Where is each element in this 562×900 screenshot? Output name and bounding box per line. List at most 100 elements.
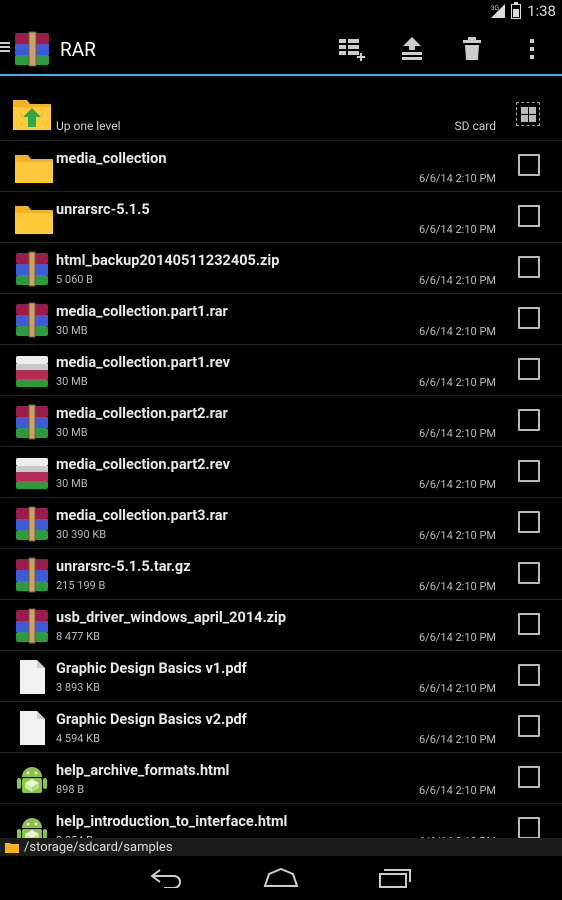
- current-path: /storage/sdcard/samples: [24, 839, 173, 855]
- select-checkbox[interactable]: [518, 766, 540, 788]
- file-size: 215 199 B: [56, 579, 106, 592]
- rev-file-icon: [14, 353, 50, 389]
- home-icon: [263, 868, 299, 887]
- file-row[interactable]: media_collection.part2.rev 30 MB 6/6/14 2:…: [0, 447, 562, 498]
- select-checkbox[interactable]: [518, 817, 540, 838]
- file-date: 6/6/14 2:10 PM: [418, 325, 496, 338]
- file-date: 6/6/14 2:10 PM: [418, 529, 496, 542]
- file-date: 6/6/14 2:10 PM: [418, 427, 496, 440]
- select-checkbox[interactable]: [518, 562, 540, 584]
- file-row[interactable]: media_collection.part1.rar 30 MB 6/6/14 2:…: [0, 294, 562, 345]
- select-checkbox[interactable]: [518, 664, 540, 686]
- select-checkbox[interactable]: [518, 205, 540, 227]
- file-size: 3 893 KB: [56, 681, 100, 694]
- action-bar: RAR: [0, 24, 562, 76]
- path-bar: /storage/sdcard/samples: [0, 838, 562, 856]
- signal-icon: 3G: [491, 4, 506, 18]
- file-name: unrarsrc-5.1.5: [56, 201, 150, 218]
- more-vert-icon: [530, 39, 534, 59]
- rar-archive-icon: [14, 404, 50, 440]
- file-name: usb_driver_windows_april_2014.zip: [56, 609, 287, 626]
- overflow-menu-button[interactable]: [502, 24, 562, 74]
- file-size: 30 MB: [56, 426, 88, 439]
- file-date: 6/6/14 2:10 PM: [418, 733, 496, 746]
- rar-logo-icon[interactable]: [14, 31, 50, 67]
- select-checkbox[interactable]: [518, 358, 540, 380]
- add-to-archive-icon: [339, 39, 365, 61]
- file-date: 6/6/14 2:10 PM: [418, 682, 496, 695]
- file-row[interactable]: help_archive_formats.html 898 B 6/6/14 2:1…: [0, 753, 562, 804]
- file-row[interactable]: help_introduction_to_interface.html3 054…: [0, 804, 562, 838]
- file-row[interactable]: media_collection.part2.rar 30 MB 6/6/14 2:…: [0, 396, 562, 447]
- file-row[interactable]: media_collection.part1.rev 30 MB 6/6/14 2:…: [0, 345, 562, 396]
- rar-archive-icon: [14, 506, 50, 542]
- file-size: 30 MB: [56, 477, 88, 490]
- file-size: 30 MB: [56, 375, 88, 388]
- file-name: media_collection.part2.rev: [56, 456, 230, 473]
- select-checkbox[interactable]: [518, 460, 540, 482]
- delete-button[interactable]: [442, 24, 502, 74]
- file-row[interactable]: unrarsrc-5.1.5.tar.gz 215 199 B 6/6/14 2:1…: [0, 549, 562, 600]
- drawer-icon[interactable]: [0, 40, 10, 56]
- select-checkbox[interactable]: [518, 715, 540, 737]
- select-all-button[interactable]: [516, 102, 540, 126]
- file-size: 30 390 KB: [56, 528, 107, 541]
- rar-archive-icon: [14, 557, 50, 593]
- up-one-level-row[interactable]: Up one level SD card: [0, 76, 562, 141]
- extract-icon: [402, 37, 422, 60]
- home-button[interactable]: [259, 863, 303, 893]
- file-size: 30 MB: [56, 324, 88, 337]
- file-name: unrarsrc-5.1.5.tar.gz: [56, 558, 191, 575]
- file-date: 6/6/14 2:10 PM: [418, 631, 496, 644]
- folder-icon: [14, 149, 53, 185]
- file-date: 6/6/14 2:10 PM: [418, 172, 496, 185]
- rar-archive-icon: [14, 608, 50, 644]
- file-row[interactable]: media_collection 6/6/14 2:10 PM: [0, 141, 562, 192]
- file-row[interactable]: html_backup20140511232405.zip 5 060 B 6/6/…: [0, 243, 562, 294]
- back-button[interactable]: [145, 863, 189, 893]
- select-checkbox[interactable]: [518, 511, 540, 533]
- status-bar: 3G 1:38: [0, 0, 562, 24]
- battery-icon: [511, 1, 522, 19]
- file-row[interactable]: media_collection.part3.rar 30 390 KB 6/6/1…: [0, 498, 562, 549]
- file-row[interactable]: unrarsrc-5.1.5 6/6/14 2:10 PM: [0, 192, 562, 243]
- add-to-archive-button[interactable]: [322, 24, 382, 74]
- rev-file-icon: [14, 455, 50, 491]
- rar-archive-icon: [14, 251, 50, 287]
- file-date: 6/6/14 2:10 PM: [418, 376, 496, 389]
- file-size: 8 477 KB: [56, 630, 100, 643]
- folder-up-icon: [13, 100, 51, 130]
- file-name: Graphic Design Basics v2.pdf: [56, 711, 247, 728]
- select-checkbox[interactable]: [518, 256, 540, 278]
- select-checkbox[interactable]: [518, 613, 540, 635]
- file-name: media_collection.part3.rar: [56, 507, 228, 524]
- document-icon: [14, 710, 50, 746]
- file-size: 4 594 KB: [56, 732, 100, 745]
- file-date: 6/6/14 2:10 PM: [418, 580, 496, 593]
- file-size: 5 060 B: [56, 273, 94, 286]
- file-name: help_introduction_to_interface.html: [56, 813, 288, 830]
- file-row[interactable]: Graphic Design Basics v2.pdf 4 594 KB 6/6/…: [0, 702, 562, 753]
- recent-apps-button[interactable]: [373, 863, 417, 893]
- android-file-icon: [14, 761, 50, 797]
- file-list[interactable]: Up one level SD card media_collection 6/6…: [0, 76, 562, 838]
- clock: 1:38: [527, 2, 556, 20]
- file-name: media_collection.part1.rar: [56, 303, 228, 320]
- file-name: help_archive_formats.html: [56, 762, 230, 779]
- select-checkbox[interactable]: [518, 409, 540, 431]
- file-name: media_collection.part2.rar: [56, 405, 228, 422]
- select-checkbox[interactable]: [518, 307, 540, 329]
- folder-icon: [14, 200, 53, 236]
- folder-icon: [5, 842, 19, 853]
- app-title: RAR: [60, 38, 96, 61]
- file-row[interactable]: usb_driver_windows_april_2014.zip 8 477 K…: [0, 600, 562, 651]
- trash-icon: [463, 37, 481, 60]
- file-date: 6/6/14 2:10 PM: [418, 223, 496, 236]
- file-date: 6/6/14 2:10 PM: [418, 478, 496, 491]
- select-checkbox[interactable]: [518, 154, 540, 176]
- navigation-bar: [0, 856, 562, 900]
- extract-button[interactable]: [382, 24, 442, 74]
- file-name: Graphic Design Basics v1.pdf: [56, 660, 247, 677]
- file-name: media_collection.part1.rev: [56, 354, 230, 371]
- file-row[interactable]: Graphic Design Basics v1.pdf 3 893 KB 6/6/…: [0, 651, 562, 702]
